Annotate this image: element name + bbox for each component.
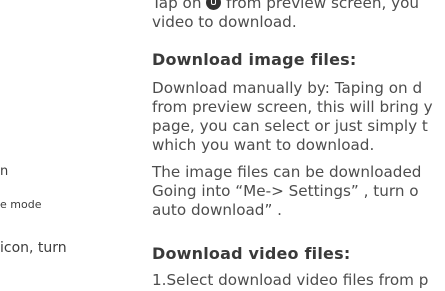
left-column-fragment: icon, turn	[0, 240, 67, 256]
images-para-1-line: from preview screen, this will bring y	[152, 98, 433, 116]
images-para-1-line: Download manually by: Taping on d	[152, 79, 423, 97]
left-column-fragment: n	[0, 164, 9, 179]
heading-download-videos: Download video files:	[152, 244, 351, 263]
right-column: Tap on from preview screen, you video to…	[152, 0, 445, 290]
intro-line-1: Tap on from preview screen, you	[152, 0, 445, 13]
images-para-2-line: The image files can be downloaded	[152, 163, 422, 181]
videos-para-1-line: 1.Select download video files from p	[152, 271, 429, 289]
intro-text-before-icon: Tap on	[152, 0, 207, 12]
images-para-1-line: page, you can select or just simply t	[152, 117, 428, 135]
images-para-1-line: which you want to download.	[152, 136, 375, 154]
document-page: n e mode icon, turn Tap on from preview …	[0, 0, 445, 291]
images-para-2-line: Going into “Me-> Settings” , turn o	[152, 182, 419, 200]
heading-download-images: Download image files:	[152, 50, 357, 69]
intro-text-after-icon: from preview screen, you	[221, 0, 420, 12]
left-column-fragment: e mode	[0, 198, 42, 211]
intro-line-2: video to download.	[152, 13, 297, 31]
download-icon	[206, 0, 222, 10]
images-para-2-line: auto download” .	[152, 201, 282, 219]
